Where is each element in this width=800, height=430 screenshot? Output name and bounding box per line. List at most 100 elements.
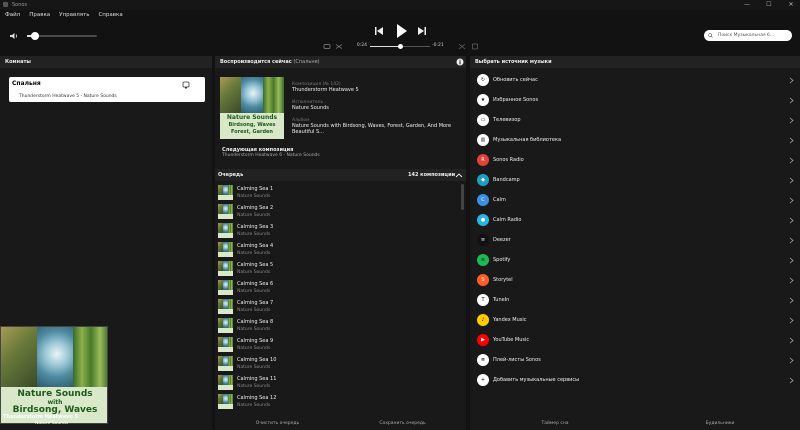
room-name: Спальня (12, 80, 41, 87)
source-item[interactable]: R Sonos Radio (470, 150, 800, 170)
mini-player-album-art[interactable]: Nature Sounds with Birdsong, Waves (0, 326, 108, 424)
chevron-right-icon (789, 257, 794, 264)
crossfade-icon[interactable] (458, 43, 466, 50)
queue-item-title: Calming Sea 11 (237, 376, 277, 382)
maximize-button[interactable]: ☐ (762, 0, 776, 10)
queue-scrollbar[interactable] (461, 184, 464, 210)
info-icon[interactable] (456, 58, 464, 66)
source-item[interactable]: ▭ Телевизор (470, 110, 800, 130)
np-art-line3: Forest, Garden (231, 129, 273, 135)
queue-item-title: Calming Sea 7 (237, 300, 274, 306)
queue-item-thumbnail (218, 356, 233, 371)
sonos-radio-icon: R (477, 154, 489, 166)
mini-player-track: Thunderstorm Heatwave 5 (3, 414, 78, 420)
queue-item[interactable]: Calming Sea 7 Nature Sounds (215, 297, 459, 316)
elapsed-time: 0:24 (356, 43, 367, 48)
mini-player-artist: Nature Sounds (35, 421, 69, 426)
source-item-label: Избранное Sonos (493, 97, 539, 103)
source-item[interactable]: ● Calm Radio (470, 210, 800, 230)
source-item[interactable]: T TuneIn (470, 290, 800, 310)
forest-photo (73, 327, 107, 387)
chevron-right-icon (789, 317, 794, 324)
speaker-icon (182, 81, 190, 89)
repeat-icon[interactable] (323, 43, 331, 50)
queue-item-artist: Nature Sounds (237, 308, 271, 313)
queue-item[interactable]: Calming Sea 1 Nature Sounds (215, 183, 459, 202)
save-queue-button[interactable]: Сохранить очередь (345, 421, 460, 426)
chevron-right-icon (789, 297, 794, 304)
source-item[interactable]: ≋ Spotify (470, 250, 800, 270)
youtube-music-icon: ▶ (477, 334, 489, 346)
volume-icon[interactable] (9, 31, 19, 41)
spotify-icon: ≋ (477, 254, 489, 266)
menu-file[interactable]: Файл (5, 12, 20, 18)
group-icon[interactable] (471, 43, 479, 50)
source-item[interactable]: S Storytel (470, 270, 800, 290)
search-input[interactable]: Поиск Музыкальная б... (704, 30, 792, 41)
queue-item[interactable]: Calming Sea 4 Nature Sounds (215, 240, 459, 259)
calm-radio-icon: ● (477, 214, 489, 226)
minimize-button[interactable]: — (740, 0, 754, 10)
queue-item-thumbnail (218, 242, 233, 257)
bird-photo (1, 327, 37, 387)
menu-edit[interactable]: Правка (29, 12, 50, 18)
queue-item[interactable]: Calming Sea 12 Nature Sounds (215, 392, 459, 411)
source-item[interactable]: C Calm (470, 190, 800, 210)
source-item[interactable]: ▶ YouTube Music (470, 330, 800, 350)
queue-count: 142 композиции (408, 172, 456, 178)
queue-item[interactable]: Calming Sea 3 Nature Sounds (215, 221, 459, 240)
title-bar: Sonos — ☐ ✕ (0, 0, 800, 10)
queue-item-thumbnail (218, 299, 233, 314)
source-item[interactable]: ≡ Deezer (470, 230, 800, 250)
chevron-right-icon (789, 277, 794, 284)
play-button[interactable] (394, 23, 408, 39)
bandcamp-icon: ◆ (477, 174, 489, 186)
source-item[interactable]: ◆ Bandcamp (470, 170, 800, 190)
volume-slider-handle[interactable] (31, 32, 40, 40)
source-item[interactable]: + Добавить музыкальные сервисы (470, 370, 800, 390)
menu-help[interactable]: Справка (98, 12, 122, 18)
queue-item[interactable]: Calming Sea 6 Nature Sounds (215, 278, 459, 297)
progress-handle[interactable] (398, 44, 403, 49)
close-button[interactable]: ✕ (784, 0, 798, 10)
alarms-button[interactable]: Будильники (680, 421, 760, 426)
source-item[interactable]: ≣ Плей-листы Sonos (470, 350, 800, 370)
queue-item-artist: Nature Sounds (237, 346, 271, 351)
queue-item[interactable]: Calming Sea 10 Nature Sounds (215, 354, 459, 373)
queue-item-artist: Nature Sounds (237, 289, 271, 294)
sources-header: Выбрать источник музыки (470, 56, 800, 68)
queue-item[interactable]: Calming Sea 2 Nature Sounds (215, 202, 459, 221)
clear-queue-button[interactable]: Очистить очередь (220, 421, 335, 426)
shuffle-icon[interactable] (335, 43, 343, 50)
source-item[interactable]: ▥ Музыкальная библиотека (470, 130, 800, 150)
queue-item-title: Calming Sea 2 (237, 205, 274, 211)
source-item-label: Calm (493, 197, 506, 203)
queue-item-thumbnail (218, 261, 233, 276)
np-bird-photo (220, 77, 241, 113)
queue-item[interactable]: Calming Sea 5 Nature Sounds (215, 259, 459, 278)
source-item[interactable]: ♪ Yandex Music (470, 310, 800, 330)
yandex-music-icon: ♪ (477, 314, 489, 326)
previous-track-button[interactable] (373, 25, 385, 37)
queue-item-artist: Nature Sounds (237, 384, 271, 389)
queue-item-thumbnail (218, 185, 233, 200)
queue-item-thumbnail (218, 223, 233, 238)
queue-item-artist: Nature Sounds (237, 194, 271, 199)
source-item-label: Телевизор (493, 117, 521, 123)
next-track-button[interactable] (416, 25, 428, 37)
menu-manage[interactable]: Управлять (59, 12, 89, 18)
chevron-right-icon (789, 137, 794, 144)
queue-item[interactable]: Calming Sea 9 Nature Sounds (215, 335, 459, 354)
queue-item[interactable]: Calming Sea 11 Nature Sounds (215, 373, 459, 392)
chevron-right-icon (789, 357, 794, 364)
queue-item[interactable]: Calming Sea 8 Nature Sounds (215, 316, 459, 335)
queue-item-artist: Nature Sounds (237, 365, 271, 370)
queue-item-thumbnail (218, 204, 233, 219)
chevron-up-icon[interactable] (455, 172, 463, 178)
queue-item-artist: Nature Sounds (237, 213, 271, 218)
sleep-timer-button[interactable]: Таймер сна (525, 421, 585, 426)
source-item[interactable]: ★ Избранное Sonos (470, 90, 800, 110)
source-item[interactable]: ↻ Обновить сейчас (470, 70, 800, 90)
storytel-icon: S (477, 274, 489, 286)
wave-photo (37, 327, 73, 387)
